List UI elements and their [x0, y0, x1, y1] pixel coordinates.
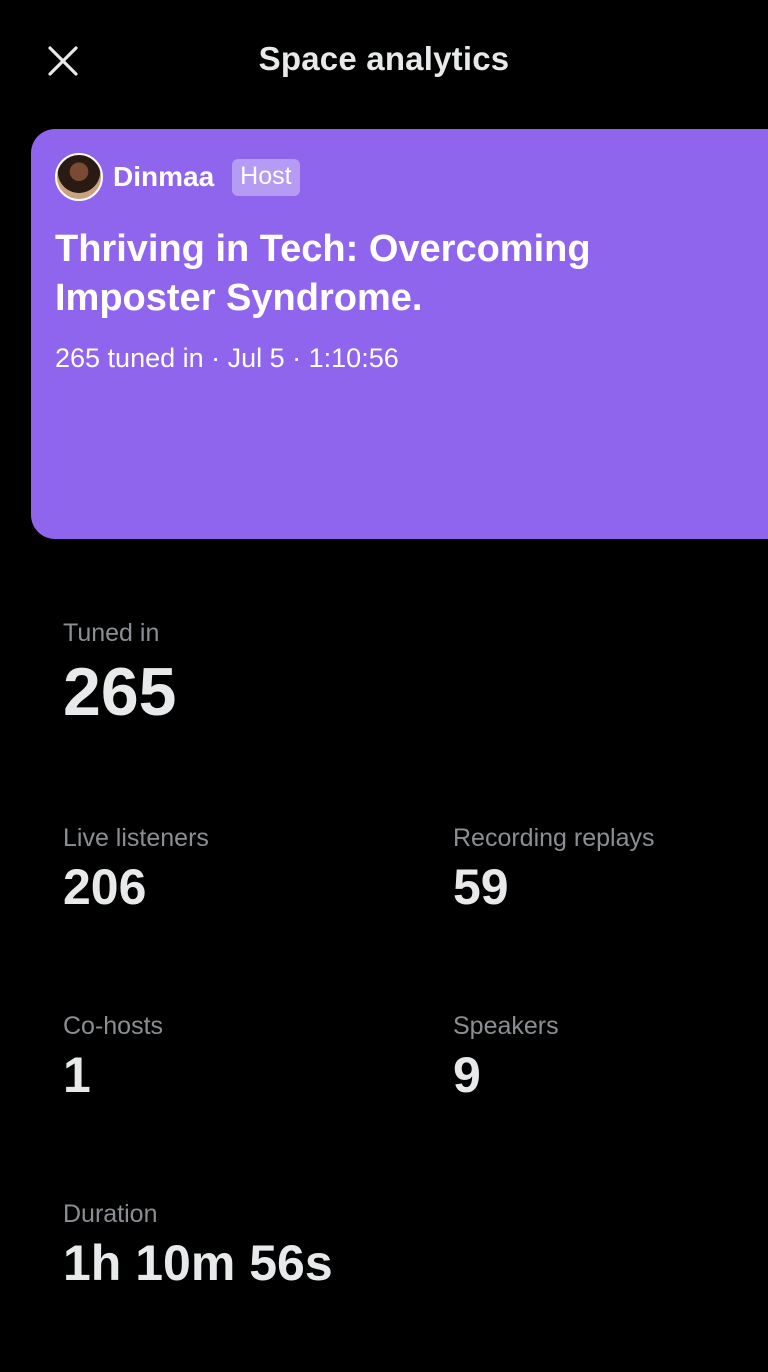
- host-name[interactable]: Dinmaa: [113, 161, 214, 193]
- avatar[interactable]: [55, 153, 103, 201]
- stat-value: 206: [63, 859, 147, 915]
- stat-value: 59: [453, 859, 509, 915]
- space-title: Thriving in Tech: Overcoming Imposter Sy…: [55, 228, 591, 319]
- stat-label: Live listeners: [63, 824, 209, 852]
- stat-tuned-in: Tuned in 265: [63, 618, 176, 732]
- stat-label: Speakers: [453, 1012, 559, 1040]
- stat-speakers: Speakers 9: [453, 1011, 559, 1105]
- stat-value: 265: [63, 654, 177, 730]
- host-row: Dinmaa Host: [55, 153, 300, 201]
- stat-label: Co-hosts: [63, 1012, 164, 1040]
- stat-live-listeners: Live listeners 206: [63, 823, 209, 917]
- stat-value: 1h 10m 56s: [63, 1235, 333, 1291]
- stat-value: 1: [63, 1047, 91, 1103]
- space-card[interactable]: Dinmaa Host Thriving in Tech: Overcoming…: [31, 129, 768, 539]
- stat-duration: Duration 1h 10m 56s: [63, 1199, 333, 1293]
- stat-label: Tuned in: [63, 619, 160, 647]
- page-title: Space analytics: [258, 40, 510, 77]
- space-meta: 265 tuned in · Jul 5 · 1:10:56: [55, 343, 399, 373]
- top-bar: Space analytics: [0, 0, 768, 124]
- host-badge: Host: [232, 158, 300, 196]
- stat-recording-replays: Recording replays 59: [453, 823, 655, 917]
- stat-label: Recording replays: [453, 824, 655, 852]
- stat-co-hosts: Co-hosts 1: [63, 1011, 163, 1105]
- stat-label: Duration: [63, 1200, 158, 1228]
- stat-value: 9: [453, 1047, 481, 1103]
